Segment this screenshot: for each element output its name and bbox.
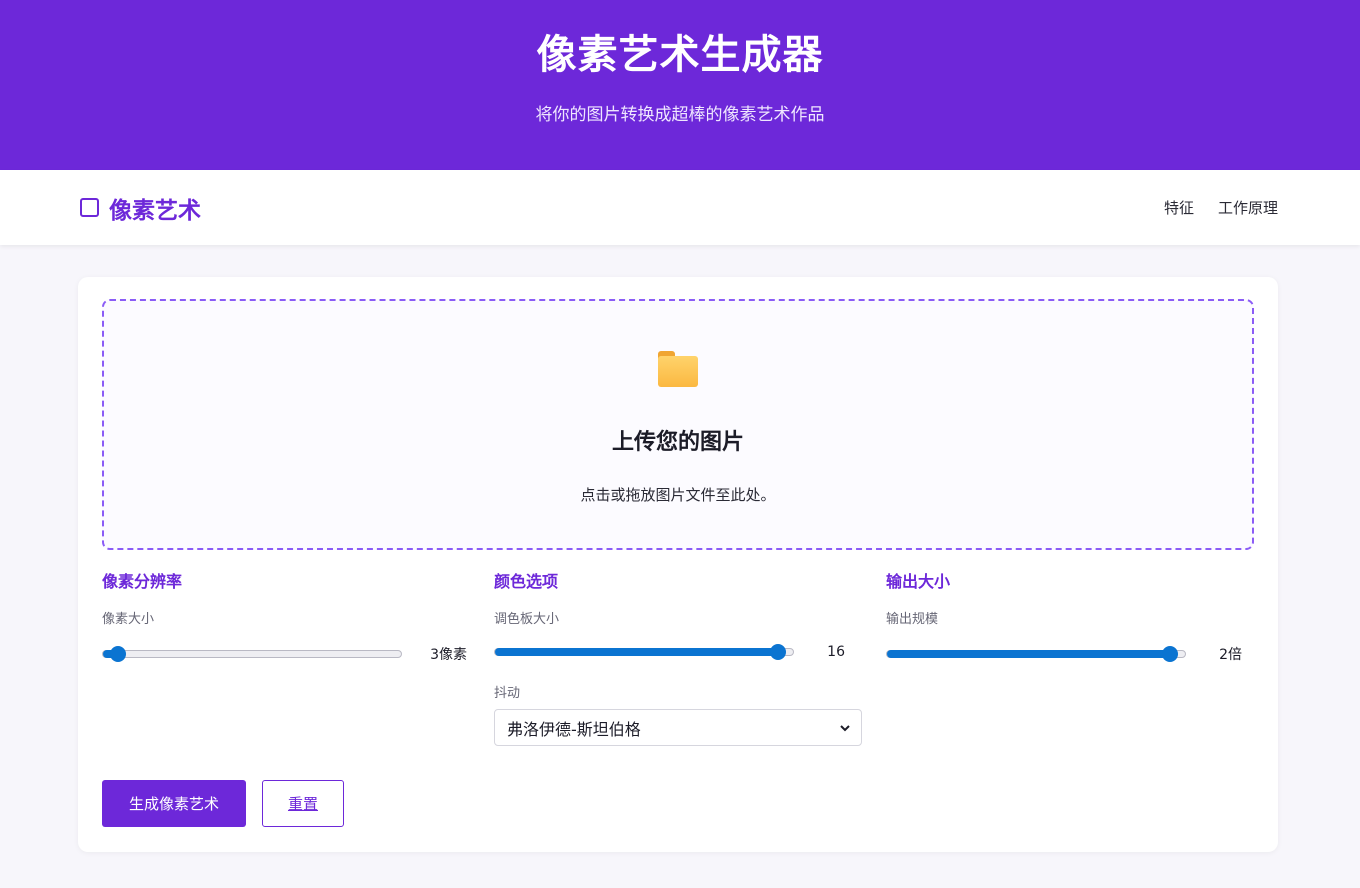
color-group: 颜色选项 调色板大小 16 抖动 弗洛伊德-斯坦伯格	[494, 571, 864, 746]
pixel-size-label: 像素大小	[102, 612, 155, 627]
dither-select-value: 弗洛伊德-斯坦伯格	[507, 719, 641, 739]
color-title: 颜色选项	[494, 572, 559, 591]
hero-header: 像素艺术生成器 将你的图片转换成超棒的像素艺术作品	[0, 0, 1360, 170]
hero-title: 像素艺术生成器	[536, 32, 824, 78]
output-scale-label: 输出规模	[886, 612, 939, 627]
chevron-down-icon	[840, 724, 850, 731]
main-card: 上传您的图片 点击或拖放图片文件至此处。 像素分辨率 像素大小 3像素 颜色选项…	[78, 277, 1278, 852]
pixel-size-slider-thumb[interactable]	[109, 646, 126, 662]
palette-size-label: 调色板大小	[494, 612, 560, 627]
nav-link-features[interactable]: 特征	[1164, 197, 1194, 218]
hero-subtitle: 将你的图片转换成超棒的像素艺术作品	[535, 105, 825, 125]
palette-size-value: 16	[827, 644, 845, 660]
palette-size-row: 16	[494, 644, 864, 660]
output-group: 输出大小 输出规模 2倍	[886, 571, 1256, 664]
output-scale-slider-fill	[887, 650, 1171, 658]
resolution-group: 像素分辨率 像素大小 3像素	[102, 571, 472, 664]
output-scale-slider[interactable]	[886, 646, 1186, 662]
generate-button[interactable]: 生成像素艺术	[102, 780, 246, 827]
resolution-title: 像素分辨率	[102, 572, 183, 591]
square-outline-icon	[80, 198, 99, 217]
upload-dropzone[interactable]: 上传您的图片 点击或拖放图片文件至此处。	[102, 299, 1254, 550]
brand-label: 像素艺术	[109, 197, 201, 224]
output-scale-value: 2倍	[1219, 647, 1242, 663]
pixel-size-slider[interactable]	[102, 646, 402, 662]
palette-size-slider-thumb[interactable]	[770, 644, 787, 660]
output-scale-slider-thumb[interactable]	[1162, 646, 1179, 662]
brand[interactable]: 像素艺术	[80, 191, 201, 225]
output-scale-row: 2倍	[886, 644, 1256, 664]
palette-size-slider[interactable]	[494, 644, 794, 660]
pixel-size-row: 3像素	[102, 644, 472, 664]
folder-icon	[658, 351, 698, 387]
dither-select[interactable]: 弗洛伊德-斯坦伯格	[494, 709, 862, 746]
palette-size-slider-fill	[495, 648, 779, 656]
dither-label: 抖动	[494, 686, 521, 701]
pixel-size-value: 3像素	[430, 647, 467, 663]
output-title: 输出大小	[886, 572, 951, 591]
nav-links: 特征 工作原理	[1164, 197, 1278, 218]
navbar: 像素艺术 特征 工作原理	[0, 170, 1360, 245]
upload-title: 上传您的图片	[611, 430, 744, 455]
nav-link-how-it-works[interactable]: 工作原理	[1218, 197, 1278, 218]
reset-button[interactable]: 重置	[262, 780, 344, 827]
upload-hint: 点击或拖放图片文件至此处。	[580, 486, 776, 504]
